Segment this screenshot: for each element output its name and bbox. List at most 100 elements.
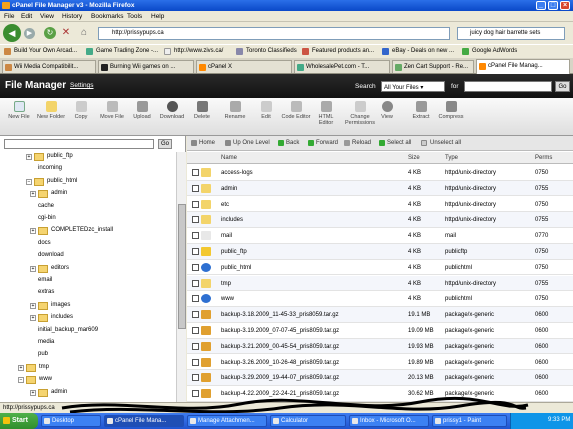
- upload-button[interactable]: Upload: [127, 101, 157, 120]
- file-name[interactable]: backup-3.18.2009_11-45-33_pris8059.tar.g…: [221, 312, 339, 318]
- menu-bookmarks[interactable]: Bookmarks: [91, 13, 124, 20]
- tab-zen-cart[interactable]: Zen Cart Support - Re...: [392, 60, 474, 73]
- tab-wholesalepet[interactable]: WholesalePet.com - T...: [294, 60, 390, 73]
- expand-toggle-icon[interactable]: −: [26, 178, 32, 185]
- task-paint[interactable]: prissy1 - Paint: [432, 415, 507, 427]
- html-editor-button[interactable]: HTML Editor: [311, 101, 341, 126]
- expand-toggle-icon[interactable]: +: [26, 154, 32, 160]
- file-row[interactable]: backup-3.21.2009_00-45-54_pris8059.tar.g…: [187, 338, 573, 355]
- file-name[interactable]: backup-3.26.2009_10-26-48_pris8059.tar.g…: [221, 360, 339, 366]
- new-file-button[interactable]: New File: [4, 101, 34, 120]
- row-checkbox[interactable]: [192, 358, 199, 366]
- web-search-input[interactable]: juicy dog hair barrette sets: [457, 27, 565, 40]
- menu-edit[interactable]: Edit: [21, 13, 32, 20]
- delete-button[interactable]: Delete: [187, 101, 217, 120]
- reload-button[interactable]: ↻: [44, 27, 56, 39]
- row-checkbox[interactable]: [192, 184, 199, 192]
- expand-toggle-icon[interactable]: +: [30, 302, 36, 309]
- file-row[interactable]: etc 4 KB httpd/unix-directory 0750: [187, 197, 573, 213]
- copy-button[interactable]: Copy: [66, 101, 96, 120]
- select-all-link[interactable]: Select all: [387, 140, 411, 146]
- settings-link[interactable]: Settings: [70, 82, 94, 89]
- menu-history[interactable]: History: [62, 13, 82, 20]
- tree-path-input[interactable]: [4, 139, 154, 149]
- file-search-input[interactable]: [464, 81, 552, 92]
- file-name[interactable]: tmp: [221, 281, 231, 287]
- file-name[interactable]: backup-3.19.2009_07-07-45_pris8059.tar.g…: [221, 328, 339, 334]
- start-button[interactable]: Start: [0, 413, 38, 429]
- file-row[interactable]: backup-3.19.2009_07-07-45_pris8059.tar.g…: [187, 323, 573, 339]
- back-link[interactable]: Back: [286, 140, 299, 146]
- tab-burning-wii[interactable]: Burning Wii games on ...: [98, 60, 194, 73]
- scrollbar-thumb[interactable]: [178, 204, 186, 329]
- column-size[interactable]: Size: [408, 155, 420, 161]
- menu-view[interactable]: View: [40, 13, 54, 20]
- move-file-button[interactable]: Move File: [97, 101, 127, 120]
- reload-link[interactable]: Reload: [352, 140, 371, 146]
- task-calculator[interactable]: Calculator: [270, 415, 346, 427]
- up-one-level-link[interactable]: Up One Level: [233, 140, 270, 146]
- row-checkbox[interactable]: [192, 248, 199, 255]
- file-name[interactable]: public_html: [221, 265, 251, 271]
- url-bar[interactable]: http://prissypups.ca: [98, 27, 450, 40]
- view-button[interactable]: View: [372, 101, 402, 120]
- file-row[interactable]: www 4 KB publichtml 0750: [187, 291, 573, 307]
- bookmark-5[interactable]: Featured products an...: [312, 48, 374, 54]
- file-row[interactable]: public_html 4 KB publichtml 0750: [187, 260, 573, 276]
- clock[interactable]: 9:33 PM: [548, 417, 570, 423]
- file-row[interactable]: tmp 4 KB httpd/unix-directory 0755: [187, 275, 573, 292]
- menu-help[interactable]: Help: [151, 13, 164, 20]
- file-name[interactable]: etc: [221, 202, 229, 208]
- file-row[interactable]: includes 4 KB httpd/unix-directory 0755: [187, 212, 573, 228]
- file-name[interactable]: admin: [221, 186, 237, 192]
- task-manage-attachments[interactable]: Manage Attachmen...: [187, 415, 267, 427]
- file-row[interactable]: admin 4 KB httpd/unix-directory 0755: [187, 180, 573, 197]
- file-name[interactable]: www: [221, 296, 234, 302]
- bookmark-4[interactable]: Toronto Classifieds: [246, 48, 297, 54]
- extract-button[interactable]: Extract: [406, 101, 436, 120]
- bookmark-1[interactable]: Build Your Own Arcad...: [14, 48, 77, 54]
- file-row[interactable]: access-logs 4 KB httpd/unix-directory 0750: [187, 165, 573, 181]
- code-editor-button[interactable]: Code Editor: [281, 101, 311, 120]
- file-row[interactable]: mail 4 KB mail 0770: [187, 228, 573, 244]
- task-inbox-outlook[interactable]: Inbox - Microsoft O...: [349, 415, 429, 427]
- close-window-button[interactable]: ×: [560, 1, 570, 10]
- menu-file[interactable]: File: [4, 13, 14, 20]
- row-checkbox[interactable]: [192, 295, 199, 303]
- new-folder-button[interactable]: New Folder: [36, 101, 66, 120]
- tree-scrollbar[interactable]: [176, 152, 186, 402]
- expand-toggle-icon[interactable]: +: [30, 228, 36, 235]
- edit-button[interactable]: Edit: [251, 101, 281, 120]
- unselect-all-link[interactable]: Unselect all: [430, 140, 461, 146]
- home-icon[interactable]: ⌂: [78, 27, 90, 39]
- file-name[interactable]: includes: [221, 217, 243, 223]
- column-name[interactable]: Name: [221, 155, 237, 161]
- rename-button[interactable]: Rename: [220, 101, 250, 120]
- search-go-button[interactable]: Go: [555, 81, 570, 92]
- menu-tools[interactable]: Tools: [127, 13, 142, 20]
- file-row[interactable]: backup-3.26.2009_10-26-48_pris8059.tar.g…: [187, 355, 573, 371]
- forward-link[interactable]: Forward: [316, 140, 338, 146]
- file-name[interactable]: mail: [221, 233, 232, 239]
- row-checkbox[interactable]: [192, 374, 199, 382]
- home-link[interactable]: Home: [199, 140, 215, 146]
- file-name[interactable]: public_ftp: [221, 249, 247, 255]
- file-row[interactable]: backup-3.18.2009_11-45-33_pris8059.tar.g…: [187, 307, 573, 323]
- tree-go-button[interactable]: Go: [158, 139, 172, 149]
- row-checkbox[interactable]: [192, 200, 199, 208]
- row-checkbox[interactable]: [192, 216, 199, 224]
- column-type[interactable]: Type: [445, 155, 458, 161]
- column-perms[interactable]: Perms: [535, 155, 552, 161]
- row-checkbox[interactable]: [192, 311, 199, 319]
- task-desktop[interactable]: Desktop: [41, 415, 101, 427]
- row-checkbox[interactable]: [192, 327, 199, 334]
- back-button[interactable]: ◀: [3, 24, 21, 42]
- file-name[interactable]: backup-3.21.2009_00-45-54_pris8059.tar.g…: [221, 344, 339, 350]
- bookmark-3[interactable]: http://www.zivs.ca/: [174, 48, 223, 54]
- tab-cpanel[interactable]: cPanel X: [196, 60, 292, 73]
- forward-button[interactable]: ▶: [24, 28, 35, 39]
- tab-wii-media[interactable]: Wii Media Compatibilit...: [2, 60, 96, 73]
- expand-toggle-icon[interactable]: +: [30, 389, 36, 396]
- download-button[interactable]: Download: [157, 101, 187, 120]
- row-checkbox[interactable]: [192, 169, 199, 176]
